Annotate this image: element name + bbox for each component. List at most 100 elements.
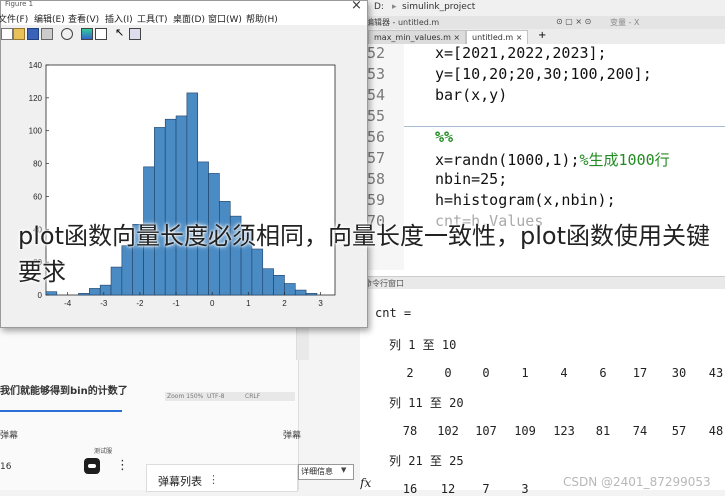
tv-icon[interactable] bbox=[84, 458, 100, 474]
menu-desktop[interactable]: 桌面(D) bbox=[173, 12, 205, 25]
tab-label: max_min_values.m bbox=[374, 33, 451, 42]
histogram-bar[interactable] bbox=[45, 291, 58, 296]
code-text: bar(x,y) bbox=[435, 86, 508, 104]
count-value: 2 bbox=[406, 366, 414, 380]
chevron-down-icon[interactable]: ▼ bbox=[341, 466, 346, 474]
open-icon[interactable] bbox=[13, 28, 25, 40]
code-line[interactable]: nbin=25; bbox=[435, 170, 507, 188]
count-value: 74 bbox=[632, 424, 648, 438]
menu-window[interactable]: 窗口(W) bbox=[208, 12, 242, 25]
count-value: 30 bbox=[671, 366, 687, 380]
editor-window-controls[interactable]: ⊙ ▢ × ⊙ bbox=[556, 17, 591, 26]
active-tab-indicator bbox=[0, 410, 122, 412]
menu-edit[interactable]: 编辑(E) bbox=[34, 12, 65, 25]
tab-label: untitled.m bbox=[472, 33, 514, 42]
y-tick-label: 0 bbox=[38, 291, 43, 300]
x-tick-label: 2 bbox=[282, 299, 287, 308]
save-icon[interactable] bbox=[27, 28, 39, 40]
count-value: 102 bbox=[437, 424, 459, 438]
count-value: 0 bbox=[444, 366, 452, 380]
menu-tools[interactable]: 工具(T) bbox=[137, 12, 168, 25]
danmaku-more-icon[interactable]: ⋮ bbox=[208, 473, 219, 486]
x-tick-label: -2 bbox=[136, 299, 144, 308]
path-segment-drive[interactable]: D: bbox=[374, 2, 384, 12]
tab-untitled[interactable]: untitled.m × bbox=[466, 30, 529, 45]
column-range-label: 列 21 至 25 bbox=[389, 454, 464, 468]
property-editor-icon[interactable] bbox=[129, 28, 141, 40]
count-value: 7 bbox=[482, 482, 490, 496]
count-value: 107 bbox=[475, 424, 497, 438]
code-line[interactable]: x=[2021,2022,2023]; bbox=[435, 44, 607, 62]
menu-help[interactable]: 帮助(H) bbox=[246, 12, 278, 25]
code-text: nbin=25; bbox=[435, 170, 508, 188]
tab-danmaku-right[interactable]: 弹幕 bbox=[283, 428, 301, 441]
column-range-label: 列 11 至 20 bbox=[389, 396, 464, 410]
close-icon[interactable]: × bbox=[453, 33, 460, 42]
histogram-bar[interactable] bbox=[305, 293, 318, 296]
section-divider bbox=[404, 126, 725, 127]
path-separator-icon: ▸ bbox=[392, 2, 397, 12]
print-icon[interactable] bbox=[41, 28, 53, 40]
y-tick-label: 140 bbox=[29, 61, 43, 70]
count-value: 4 bbox=[560, 366, 568, 380]
new-figure-icon[interactable] bbox=[1, 28, 13, 40]
figure-toolbar: ↖ bbox=[1, 25, 367, 43]
path-segment-folder[interactable]: simulink_project bbox=[402, 2, 475, 12]
histogram-bar[interactable] bbox=[294, 289, 307, 296]
status-zoom: Zoom 150% bbox=[167, 393, 204, 400]
figure-menu-bar: 文件(F) 编辑(E) 查看(V) 插入(I) 工具(T) 桌面(D) 窗口(W… bbox=[0, 11, 367, 25]
close-icon[interactable]: × bbox=[516, 33, 523, 42]
code-line[interactable]: bar(x,y) bbox=[435, 86, 507, 104]
tab-danmaku[interactable]: 弹幕 bbox=[0, 428, 18, 441]
details-label: 详细信息 bbox=[301, 467, 333, 476]
histogram-bar[interactable] bbox=[78, 293, 90, 296]
code-text: h=histogram(x,nbin); bbox=[435, 191, 616, 209]
pointer-icon[interactable]: ↖ bbox=[115, 27, 125, 38]
fx-icon[interactable]: fx bbox=[360, 476, 371, 490]
code-line[interactable]: y=[10,20;20,30;100,200]; bbox=[435, 65, 652, 83]
test-server-badge: 测试服 bbox=[94, 448, 113, 455]
count-value: 6 bbox=[599, 366, 607, 380]
x-tick-label: 1 bbox=[246, 299, 251, 308]
menu-insert[interactable]: 插入(I) bbox=[105, 12, 133, 25]
y-tick-label: 120 bbox=[29, 94, 43, 103]
count-value: 17 bbox=[632, 366, 648, 380]
code-line[interactable]: h=histogram(x,nbin); bbox=[435, 191, 616, 209]
tab-max-min-values[interactable]: max_min_values.m × bbox=[368, 30, 467, 45]
figure-title: Figure 1 bbox=[5, 0, 34, 8]
variables-panel-title[interactable]: 变量 - X bbox=[610, 17, 639, 28]
code-comment: %生成1000行 bbox=[579, 151, 670, 169]
status-encoding: UTF-8 bbox=[207, 393, 225, 400]
csdn-watermark: CSDN @2401_87299053 bbox=[563, 475, 711, 489]
code-line[interactable]: %% bbox=[435, 128, 453, 146]
menu-view[interactable]: 查看(V) bbox=[68, 12, 99, 25]
add-tab-icon[interactable]: + bbox=[538, 30, 546, 41]
x-tick-label: -1 bbox=[172, 299, 180, 308]
figure-title-bar: Figure 1 × bbox=[1, 0, 367, 13]
code-line[interactable]: x=randn(1000,1);%生成1000行 bbox=[435, 149, 670, 170]
overlay-caption: plot函数向量长度必须相同，向量长度一致性，plot函数使用关键要求 bbox=[18, 222, 710, 286]
x-tick-label: -3 bbox=[100, 299, 108, 308]
menu-file[interactable]: 文件(F) bbox=[0, 12, 28, 25]
code-text: y=[10,20;20,30;100,200]; bbox=[435, 65, 652, 83]
x-tick-label: -4 bbox=[64, 299, 72, 308]
code-text: %% bbox=[435, 128, 454, 146]
more-options-icon[interactable]: ⋮ bbox=[116, 458, 129, 473]
insert-colorbar-icon[interactable] bbox=[81, 28, 93, 40]
count-value: 123 bbox=[553, 424, 575, 438]
y-tick-label: 100 bbox=[29, 127, 43, 136]
count-value: 57 bbox=[671, 424, 687, 438]
x-tick-label: 0 bbox=[210, 299, 215, 308]
status-eol: CRLF bbox=[245, 393, 261, 400]
current-folder-bar: ▸ D: ▸ simulink_project bbox=[360, 0, 725, 17]
editor-title: 编辑器 - untitled.m bbox=[366, 18, 440, 27]
count-value: 81 bbox=[595, 424, 611, 438]
variable-name: cnt = bbox=[375, 306, 412, 320]
count-value: 3 bbox=[521, 482, 529, 496]
y-tick-label: 80 bbox=[33, 160, 42, 169]
file-tab-strip: max_min_values.m × untitled.m × + bbox=[360, 29, 725, 45]
insert-legend-icon[interactable] bbox=[95, 28, 107, 40]
y-tick-label: 60 bbox=[33, 192, 42, 201]
count-value: 78 bbox=[402, 424, 418, 438]
zoom-icon[interactable] bbox=[61, 28, 73, 40]
